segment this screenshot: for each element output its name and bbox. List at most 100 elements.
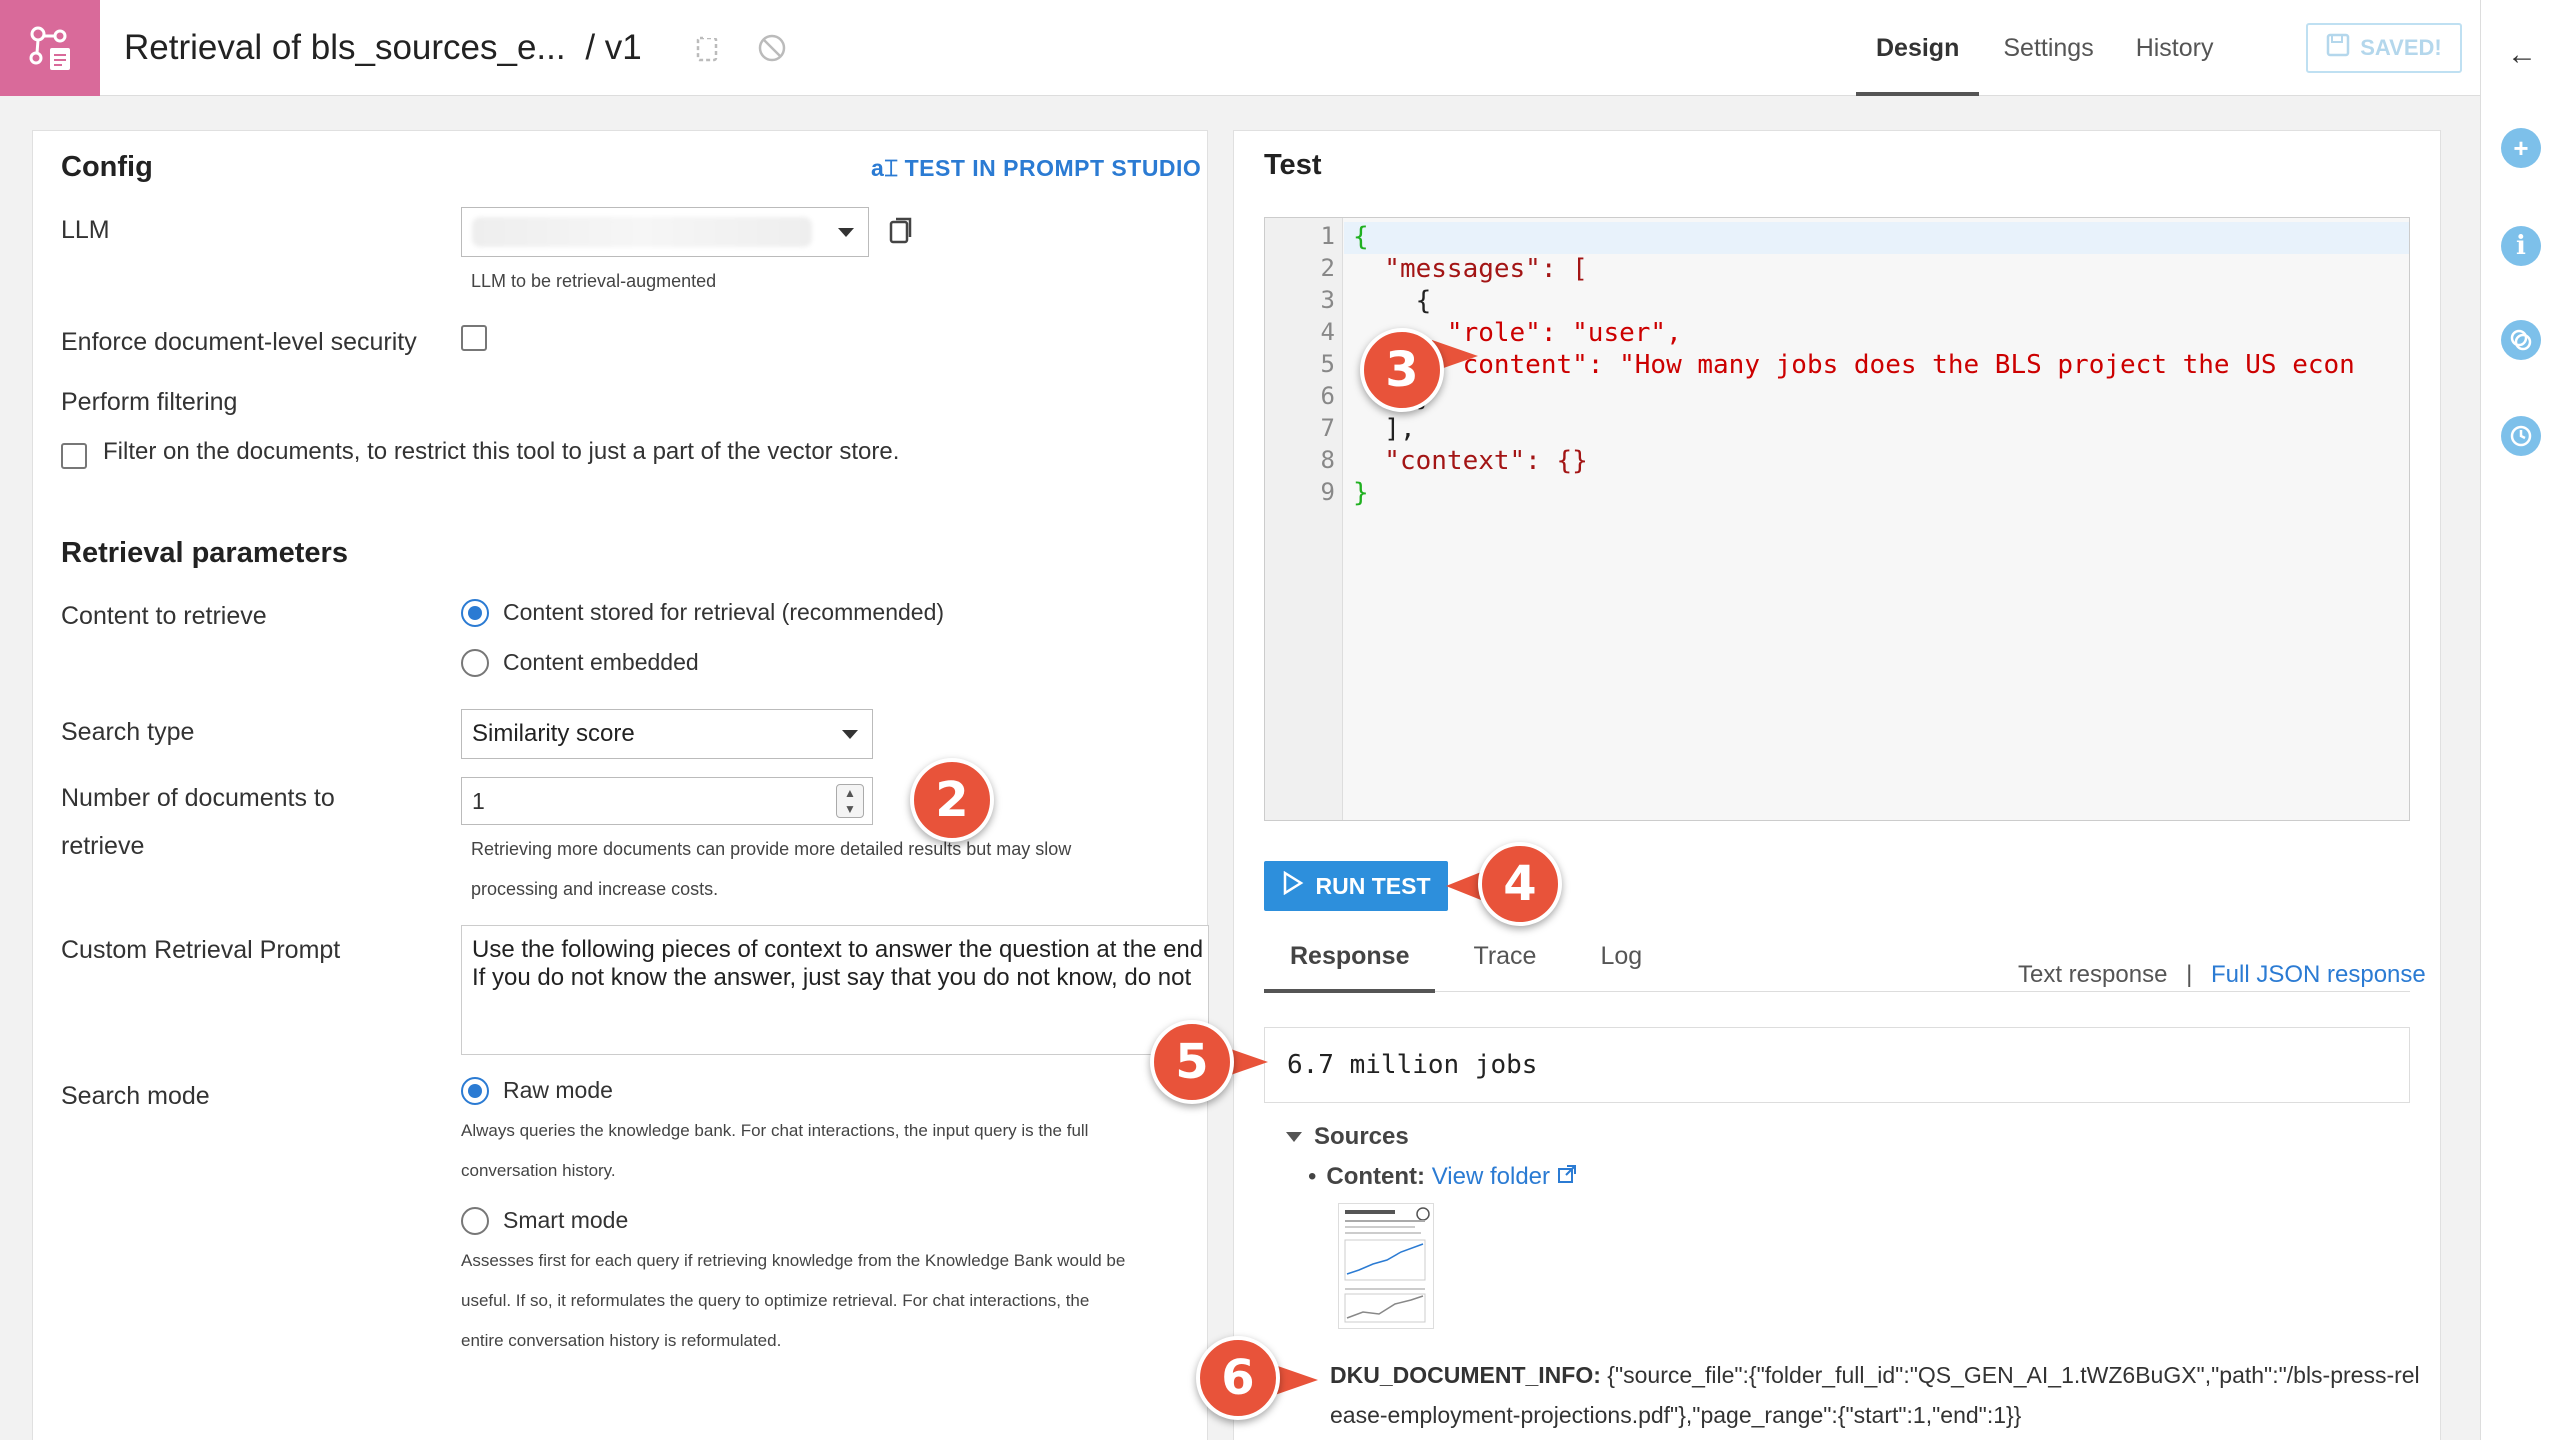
callout-2: 2: [910, 758, 994, 842]
page-title: Retrieval of bls_sources_e... / v1: [124, 28, 642, 68]
recipe-name[interactable]: Retrieval of bls_sources_e...: [124, 28, 566, 67]
raw-mode-label: Raw mode: [503, 1077, 613, 1103]
content-stored-radio[interactable]: [461, 599, 489, 627]
prompt-line-2: If you do not know the answer, just say …: [472, 964, 1192, 991]
info-icon[interactable]: i: [2501, 226, 2541, 266]
smart-help-line2: useful. If so, it reformulates the query…: [461, 1291, 1090, 1310]
history-icon[interactable]: [2501, 416, 2541, 456]
header: Retrieval of bls_sources_e... / v1 Desig…: [0, 0, 2480, 96]
config-panel: Config a⌶ TEST IN PROMPT STUDIO LLM LLM t…: [32, 130, 1209, 1440]
test-link-label: TEST IN PROMPT STUDIO: [904, 155, 1202, 181]
content-embedded-label: Content embedded: [503, 649, 699, 675]
config-title: Config: [61, 151, 153, 183]
security-label: Enforce document-level security: [61, 328, 417, 356]
copy-icon[interactable]: [887, 215, 915, 252]
line-number: 7: [1320, 414, 1335, 442]
filtering-label: Perform filtering: [61, 388, 238, 416]
line-number: 3: [1320, 286, 1335, 314]
line-number: 6: [1320, 382, 1335, 410]
llm-label: LLM: [61, 216, 110, 244]
external-link-icon[interactable]: [1557, 1163, 1577, 1190]
smart-help-line1: Assesses first for each query if retriev…: [461, 1251, 1126, 1270]
smart-help-line3: entire conversation history is reformula…: [461, 1331, 782, 1350]
chat-icon[interactable]: [2501, 320, 2541, 360]
saved-button[interactable]: SAVED!: [2306, 23, 2462, 73]
deploy-icon[interactable]: [756, 32, 788, 69]
save-icon: [2326, 33, 2350, 63]
code-line: {: [1353, 222, 1369, 252]
search-mode-label: Search mode: [61, 1082, 210, 1110]
result-tabs: Response Trace Log: [1264, 921, 1668, 993]
tab-log[interactable]: Log: [1562, 921, 1668, 991]
search-type-value: Similarity score: [472, 720, 635, 747]
prompt-studio-icon: a⌶: [871, 155, 899, 181]
llm-select[interactable]: [461, 207, 869, 257]
play-icon: [1282, 870, 1304, 901]
saved-label: SAVED!: [2360, 35, 2442, 60]
line-number: 5: [1320, 350, 1335, 378]
llm-help: LLM to be retrieval-augmented: [471, 271, 717, 291]
sources-toggle[interactable]: Sources: [1286, 1123, 1409, 1151]
view-folder-link[interactable]: View folder: [1432, 1163, 1550, 1190]
code-line: "context": {}: [1353, 446, 1588, 476]
sources-label: Sources: [1314, 1123, 1409, 1150]
tab-settings[interactable]: Settings: [1979, 0, 2115, 96]
line-number: 1: [1320, 222, 1335, 250]
source-content-line: • Content: View folder: [1308, 1163, 1577, 1191]
raw-mode-radio[interactable]: [461, 1077, 489, 1105]
code-line: {: [1353, 286, 1432, 316]
tab-history[interactable]: History: [2116, 0, 2234, 96]
content-key: Content:: [1326, 1163, 1426, 1190]
tab-response[interactable]: Response: [1264, 921, 1436, 993]
back-arrow-icon[interactable]: ←: [2507, 38, 2537, 72]
document-info: DKU_DOCUMENT_INFO: {"source_file":{"fold…: [1330, 1355, 2420, 1435]
document-thumbnail[interactable]: [1338, 1203, 1434, 1329]
smart-mode-label: Smart mode: [503, 1207, 629, 1233]
run-test-button[interactable]: RUN TEST: [1264, 861, 1448, 911]
code-editor[interactable]: 1 2 3 4 5 6 7 8 9 { "messages": [ { "rol…: [1264, 217, 2410, 821]
security-checkbox[interactable]: [461, 325, 487, 351]
tab-design[interactable]: Design: [1856, 0, 1980, 96]
filter-checkbox[interactable]: [61, 443, 87, 469]
content-stored-label: Content stored for retrieval (recommende…: [503, 599, 945, 625]
test-title: Test: [1264, 149, 1322, 181]
num-docs-help-line2: processing and increase costs.: [471, 879, 719, 899]
plus-icon[interactable]: +: [2501, 128, 2541, 168]
test-panel: Test 1 2 3 4 5 6 7 8 9 { "messages": [ {…: [1233, 130, 2441, 1440]
code-line: "content": "How many jobs does the BLS p…: [1353, 350, 2355, 380]
prompt-line-1: Use the following pieces of context to a…: [472, 936, 1204, 963]
response-output: 6.7 million jobs: [1264, 1027, 2410, 1103]
tab-trace[interactable]: Trace: [1435, 921, 1562, 991]
num-docs-help-line1: Retrieving more documents can provide mo…: [471, 839, 1072, 859]
llm-value-blurred: [472, 217, 812, 247]
smart-mode-radio[interactable]: [461, 1207, 489, 1235]
tabs-divider: [1264, 991, 2410, 992]
code-line: "messages": [: [1353, 254, 1588, 284]
callout-3: 3: [1360, 328, 1444, 412]
line-number: 2: [1320, 254, 1335, 282]
content-embedded-radio[interactable]: [461, 649, 489, 677]
search-type-label: Search type: [61, 718, 195, 746]
test-in-prompt-studio-link[interactable]: a⌶ TEST IN PROMPT STUDIO: [871, 155, 1201, 182]
text-response-option[interactable]: Text response: [2018, 961, 2167, 988]
copy-icon[interactable]: [694, 32, 722, 69]
num-docs-input[interactable]: 1 ▲ ▼: [461, 777, 873, 825]
right-rail: ← + i: [2480, 0, 2560, 1440]
raw-help-line1: Always queries the knowledge bank. For c…: [461, 1121, 1089, 1140]
response-mode-toggle: Text response | Full JSON response: [2018, 961, 2426, 989]
app-icon[interactable]: [0, 0, 100, 96]
callout-4: 4: [1478, 842, 1562, 926]
code-line: }: [1353, 478, 1369, 508]
full-json-option[interactable]: Full JSON response: [2211, 961, 2426, 988]
code-line: ],: [1353, 414, 1416, 444]
line-number: 4: [1320, 318, 1335, 346]
content-to-retrieve-label: Content to retrieve: [61, 602, 267, 630]
num-docs-label-line2: retrieve: [61, 832, 145, 860]
line-number: 8: [1320, 446, 1335, 474]
line-number: 9: [1320, 478, 1335, 506]
filter-text: Filter on the documents, to restrict thi…: [103, 438, 900, 465]
search-type-select[interactable]: Similarity score: [461, 709, 873, 759]
stepper-icon[interactable]: ▲ ▼: [836, 784, 864, 818]
caret-down-icon: [1286, 1132, 1302, 1142]
custom-prompt-textarea[interactable]: Use the following pieces of context to a…: [461, 925, 1209, 1055]
